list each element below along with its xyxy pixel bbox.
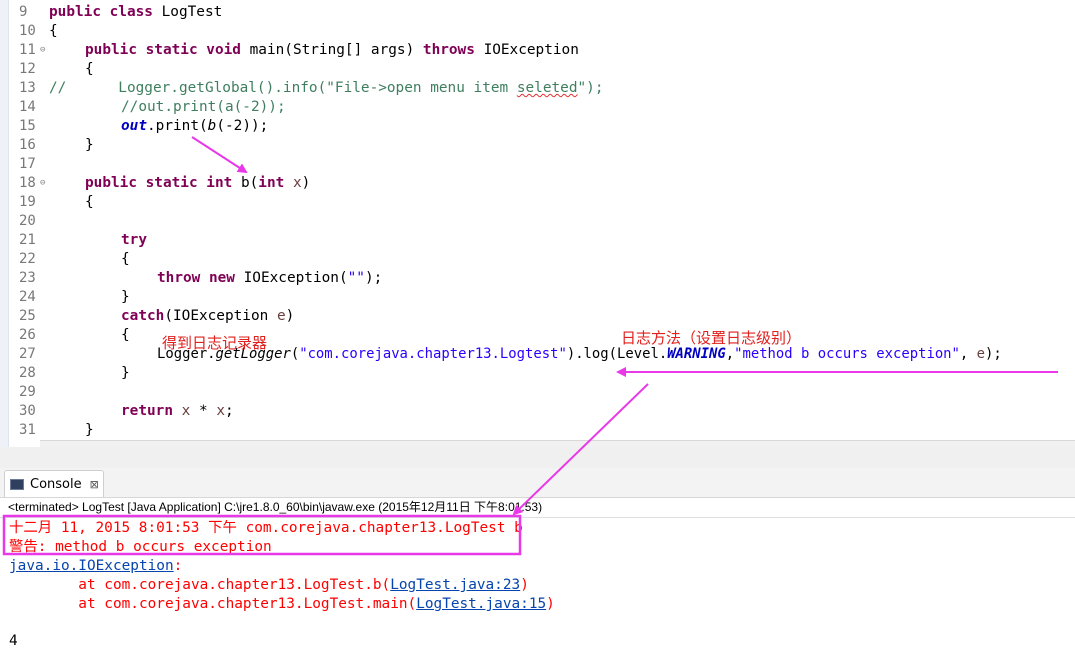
line-number: 28 — [19, 365, 36, 381]
code-line: } — [85, 422, 94, 438]
code-line: public static void main(String[] args) t… — [85, 42, 579, 58]
line-number: 31 — [19, 422, 36, 438]
code-line: } — [121, 289, 130, 305]
source-link[interactable]: LogTest.java:15 — [416, 596, 546, 612]
code-line: } — [85, 137, 94, 153]
fold-collapse-icon[interactable]: ⊖ — [40, 46, 49, 55]
line-number-gutter: 9 10 11 12 13 14 15 16 17 18 19 20 21 22… — [9, 0, 45, 447]
code-line: { — [121, 327, 130, 343]
line-number: 21 — [19, 232, 36, 248]
code-line: { — [85, 61, 94, 77]
line-number: 17 — [19, 156, 36, 172]
log-line: 警告: method b occurs exception — [9, 539, 272, 555]
line-number: 26 — [19, 327, 36, 343]
annotation-get-logger: 得到日志记录器 — [162, 334, 268, 352]
code-line: try — [121, 232, 147, 248]
horizontal-scrollbar[interactable] — [40, 440, 1075, 447]
line-number: 10 — [19, 23, 36, 39]
console-status: <terminated> LogTest [Java Application] … — [8, 500, 543, 514]
line-number: 20 — [19, 213, 36, 229]
line-number: 18 — [19, 175, 36, 191]
source-link[interactable]: LogTest.java:23 — [390, 577, 520, 593]
line-number: 15 — [19, 118, 36, 134]
line-number: 24 — [19, 289, 36, 305]
line-number: 27 — [19, 346, 36, 362]
code-line: { — [121, 251, 130, 267]
code-editor[interactable]: 9 10 11 12 13 14 15 16 17 18 19 20 21 22… — [0, 0, 1075, 447]
code-line: out.print(b(-2)); — [121, 118, 269, 134]
fold-collapse-icon[interactable]: ⊖ — [40, 179, 49, 188]
line-number: 11 — [19, 42, 36, 58]
line-number: 14 — [19, 99, 36, 115]
line-number: 13 — [19, 80, 36, 96]
console-icon — [10, 478, 24, 490]
code-line: public static int b(int x) — [85, 175, 311, 191]
code-line: public class LogTest — [49, 4, 223, 20]
line-number: 9 — [19, 4, 28, 20]
line-number: 22 — [19, 251, 36, 267]
annotation-log-method: 日志方法（设置日志级别） — [621, 329, 802, 347]
stack-trace-line: at com.corejava.chapter13.LogTest.main(L… — [9, 596, 555, 612]
code-line: { — [85, 194, 94, 210]
exception-line: java.io.IOException: — [9, 558, 183, 574]
tab-console[interactable]: Console ⊠ — [4, 470, 104, 497]
console-tab-bar: Console ⊠ — [0, 468, 1075, 498]
log-line: 十二月 11, 2015 8:01:53 下午 com.corejava.cha… — [9, 520, 523, 536]
code-line: return x * x; — [121, 403, 234, 419]
code-line: Logger.getLogger("com.corejava.chapter13… — [157, 346, 1002, 362]
code-line: throw new IOException(""); — [157, 270, 383, 286]
exception-link[interactable]: java.io.IOException — [9, 558, 174, 574]
code-line: //out.print(a(-2)); — [121, 99, 286, 115]
line-number: 25 — [19, 308, 36, 324]
line-number: 23 — [19, 270, 36, 286]
tab-console-label: Console — [30, 476, 82, 492]
console-output[interactable]: 十二月 11, 2015 8:01:53 下午 com.corejava.cha… — [0, 517, 1075, 658]
close-icon[interactable]: ⊠ — [90, 478, 99, 491]
line-number: 12 — [19, 61, 36, 77]
view-sash[interactable] — [0, 447, 1075, 468]
overview-ruler — [0, 0, 9, 447]
line-number: 29 — [19, 384, 36, 400]
code-line: { — [49, 23, 58, 39]
program-output: 4 — [9, 633, 18, 649]
line-number: 19 — [19, 194, 36, 210]
stack-trace-line: at com.corejava.chapter13.LogTest.b(LogT… — [9, 577, 529, 593]
line-number: 30 — [19, 403, 36, 419]
code-line: // Logger.getGlobal().info("File->open m… — [49, 80, 604, 96]
spelling-error: seleted — [516, 80, 578, 96]
code-line: catch(IOException e) — [121, 308, 295, 324]
line-number: 16 — [19, 137, 36, 153]
code-line: } — [121, 365, 130, 381]
